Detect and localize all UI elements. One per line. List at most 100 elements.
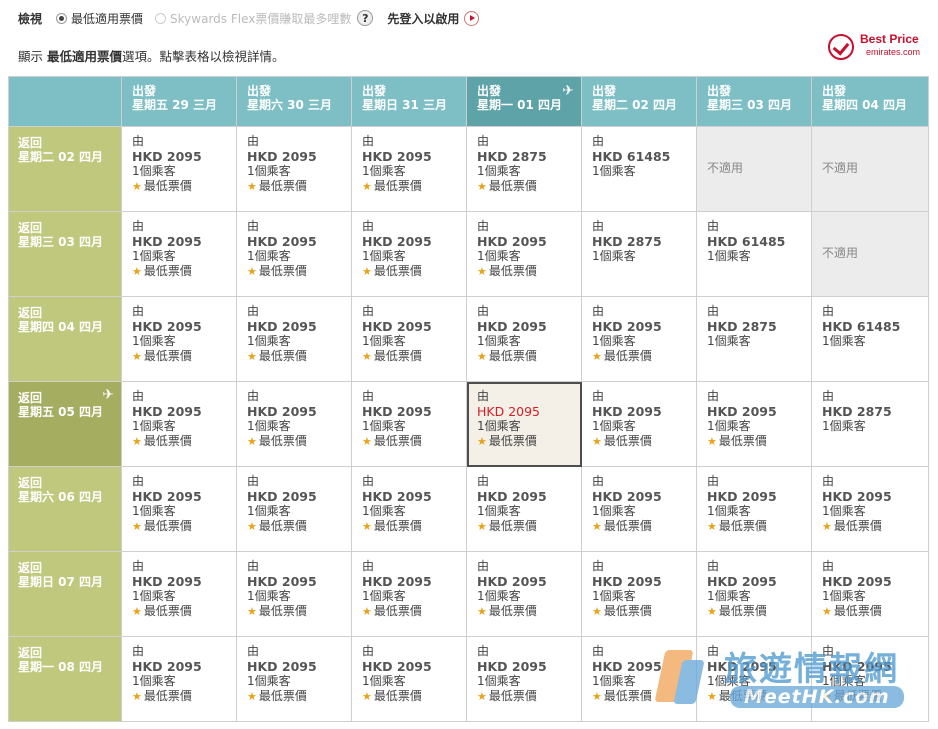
- lowest-fare-text: 最低票價: [373, 264, 422, 278]
- fare-cell[interactable]: 由 HKD 2095 1個乘客 ★ 最低票價: [121, 466, 237, 552]
- return-label: 返回: [18, 476, 43, 490]
- fare-cell[interactable]: 由 HKD 2095 1個乘客 ★ 最低票價: [121, 636, 237, 722]
- fare-cell-unavailable[interactable]: 不適用: [696, 126, 812, 212]
- fare-price: HKD 2095: [477, 234, 547, 249]
- departure-header-3[interactable]: 出發 星期一 01 四月 ✈: [466, 76, 582, 127]
- fare-cell[interactable]: 由 HKD 2095 1個乘客 ★ 最低票價: [236, 296, 352, 382]
- fare-cell[interactable]: 由 HKD 2095 1個乘客 ★ 最低票價: [236, 551, 352, 637]
- lowest-fare-tag: ★ 最低票價: [247, 179, 341, 194]
- fare-cell[interactable]: 由 HKD 2095 1個乘客 ★ 最低票價: [811, 636, 929, 722]
- fare-cell[interactable]: 由 HKD 2875 1個乘客 ★ 最低票價: [466, 126, 582, 212]
- from-label: 由: [477, 219, 490, 233]
- return-row: 返回 星期日 07 四月由 HKD 2095 1個乘客 ★ 最低票價由 HKD 2095 1個…: [8, 551, 929, 637]
- fare-price: HKD 2095: [477, 319, 547, 334]
- skywards-flex-radio[interactable]: [155, 12, 167, 24]
- fare-cell[interactable]: 由 HKD 61485 1個乘客: [581, 126, 697, 212]
- fare-cell[interactable]: 由 HKD 2095 1個乘客 ★ 最低票價: [466, 211, 582, 297]
- fare-cell-selected[interactable]: 由 HKD 2095 1個乘客 ★ 最低票價: [466, 381, 582, 467]
- fare-cell[interactable]: 由 HKD 2095 1個乘客 ★ 最低票價: [236, 381, 352, 467]
- passenger-count: 1個乘客: [477, 589, 521, 603]
- lowest-fare-tag: ★ 最低票價: [477, 179, 571, 194]
- fare-price: HKD 2095: [822, 659, 892, 674]
- star-icon: ★: [592, 690, 602, 703]
- return-header-5[interactable]: 返回 星期日 07 四月: [8, 551, 122, 637]
- fare-cell[interactable]: 由 HKD 61485 1個乘客: [811, 296, 929, 382]
- fare-cell[interactable]: 由 HKD 2095 1個乘客 ★ 最低票價: [121, 126, 237, 212]
- fare-cell-unavailable[interactable]: 不適用: [811, 126, 929, 212]
- return-label: 返回: [18, 646, 43, 660]
- fare-cell[interactable]: 由 HKD 2095 1個乘客 ★ 最低票價: [811, 466, 929, 552]
- lowest-fare-tag: ★ 最低票價: [592, 434, 686, 449]
- fare-cell[interactable]: 由 HKD 2095 1個乘客 ★ 最低票價: [236, 636, 352, 722]
- departure-header-0[interactable]: 出發 星期五 29 三月: [121, 76, 237, 127]
- star-icon: ★: [477, 350, 487, 363]
- from-label: 由: [247, 559, 260, 573]
- return-header-2[interactable]: 返回 星期四 04 四月: [8, 296, 122, 382]
- fare-cell[interactable]: 由 HKD 2095 1個乘客 ★ 最低票價: [121, 381, 237, 467]
- fare-cell[interactable]: 由 HKD 61485 1個乘客: [696, 211, 812, 297]
- play-arrow-icon[interactable]: [464, 10, 480, 26]
- fare-cell[interactable]: 由 HKD 2095 1個乘客 ★ 最低票價: [236, 126, 352, 212]
- fare-cell[interactable]: 由 HKD 2095 1個乘客 ★ 最低票價: [581, 636, 697, 722]
- fare-cell[interactable]: 由 HKD 2095 1個乘客 ★ 最低票價: [696, 551, 812, 637]
- fare-cell[interactable]: 由 HKD 2095 1個乘客 ★ 最低票價: [351, 551, 467, 637]
- fare-cell[interactable]: 由 HKD 2095 1個乘客 ★ 最低票價: [121, 211, 237, 297]
- fare-cell[interactable]: 由 HKD 2095 1個乘客 ★ 最低票價: [351, 296, 467, 382]
- fare-cell[interactable]: 由 HKD 2095 1個乘客 ★ 最低票價: [351, 126, 467, 212]
- fare-cell[interactable]: 由 HKD 2095 1個乘客 ★ 最低票價: [236, 466, 352, 552]
- fare-cell[interactable]: 由 HKD 2095 1個乘客 ★ 最低票價: [696, 381, 812, 467]
- fare-cell[interactable]: 由 HKD 2095 1個乘客 ★ 最低票價: [581, 296, 697, 382]
- return-date: 星期四 04 四月: [18, 320, 104, 334]
- fare-cell[interactable]: 由 HKD 2095 1個乘客 ★ 最低票價: [811, 551, 929, 637]
- return-header-0[interactable]: 返回 星期二 02 四月: [8, 126, 122, 212]
- fare-cell[interactable]: 由 HKD 2095 1個乘客 ★ 最低票價: [121, 551, 237, 637]
- fare-cell[interactable]: 由 HKD 2095 1個乘客 ★ 最低票價: [581, 381, 697, 467]
- lowest-fare-tag: ★ 最低票價: [247, 689, 341, 704]
- fare-cell[interactable]: 由 HKD 2875 1個乘客: [811, 381, 929, 467]
- lowest-fare-tag: ★ 最低票價: [247, 519, 341, 534]
- from-label: 由: [592, 134, 605, 148]
- lowest-fare-radio[interactable]: [56, 12, 68, 24]
- return-header-4[interactable]: 返回 星期六 06 四月: [8, 466, 122, 552]
- fare-cell[interactable]: 由 HKD 2095 1個乘客 ★ 最低票價: [351, 466, 467, 552]
- fare-cell[interactable]: 由 HKD 2095 1個乘客 ★ 最低票價: [466, 636, 582, 722]
- departure-header-2[interactable]: 出發 星期日 31 三月: [351, 76, 467, 127]
- fare-cell[interactable]: 由 HKD 2095 1個乘客 ★ 最低票價: [696, 466, 812, 552]
- departure-header-1[interactable]: 出發 星期六 30 三月: [236, 76, 352, 127]
- login-link[interactable]: 先登入以啟用: [387, 10, 459, 27]
- star-icon: ★: [592, 350, 602, 363]
- skywards-flex-option-label[interactable]: Skywards Flex票價賺取最多哩數: [170, 10, 351, 27]
- fare-cell[interactable]: 由 HKD 2095 1個乘客 ★ 最低票價: [351, 636, 467, 722]
- fare-cell[interactable]: 由 HKD 2095 1個乘客 ★ 最低票價: [581, 466, 697, 552]
- lowest-fare-option-label[interactable]: 最低適用票價: [71, 10, 143, 27]
- fare-cell[interactable]: 由 HKD 2095 1個乘客 ★ 最低票價: [466, 551, 582, 637]
- departure-date: 星期三 03 四月: [707, 98, 793, 112]
- fare-cell[interactable]: 由 HKD 2095 1個乘客 ★ 最低票價: [236, 211, 352, 297]
- departure-header-4[interactable]: 出發 星期二 02 四月: [581, 76, 697, 127]
- from-label: 由: [132, 474, 145, 488]
- return-header-1[interactable]: 返回 星期三 03 四月: [8, 211, 122, 297]
- fare-cell[interactable]: 由 HKD 2095 1個乘客 ★ 最低票價: [466, 466, 582, 552]
- fare-cell[interactable]: 由 HKD 2875 1個乘客: [696, 296, 812, 382]
- star-icon: ★: [247, 435, 257, 448]
- fare-cell[interactable]: 由 HKD 2095 1個乘客 ★ 最低票價: [581, 551, 697, 637]
- departure-header-5[interactable]: 出發 星期三 03 四月: [696, 76, 812, 127]
- fare-cell[interactable]: 由 HKD 2095 1個乘客 ★ 最低票價: [121, 296, 237, 382]
- star-icon: ★: [247, 605, 257, 618]
- passenger-count: 1個乘客: [247, 164, 291, 178]
- return-header-3[interactable]: 返回 星期五 05 四月 ✈: [8, 381, 122, 467]
- from-label: 由: [822, 389, 835, 403]
- from-label: 由: [477, 389, 490, 403]
- return-label: 返回: [18, 136, 43, 150]
- fare-cell-unavailable[interactable]: 不適用: [811, 211, 929, 297]
- fare-cell[interactable]: 由 HKD 2095 1個乘客 ★ 最低票價: [351, 211, 467, 297]
- fare-cell[interactable]: 由 HKD 2095 1個乘客 ★ 最低票價: [466, 296, 582, 382]
- fare-cell[interactable]: 由 HKD 2875 1個乘客: [581, 211, 697, 297]
- return-header-6[interactable]: 返回 星期一 08 四月: [8, 636, 122, 722]
- fare-cell[interactable]: 由 HKD 2095 1個乘客 ★ 最低票價: [351, 381, 467, 467]
- help-icon[interactable]: ?: [357, 10, 374, 26]
- fare-cell[interactable]: 由 HKD 2095 1個乘客 ★ 最低票價: [696, 636, 812, 722]
- departure-header-6[interactable]: 出發 星期四 04 四月: [811, 76, 929, 127]
- lowest-fare-tag: ★ 最低票價: [247, 264, 341, 279]
- fare-price: HKD 2095: [707, 489, 777, 504]
